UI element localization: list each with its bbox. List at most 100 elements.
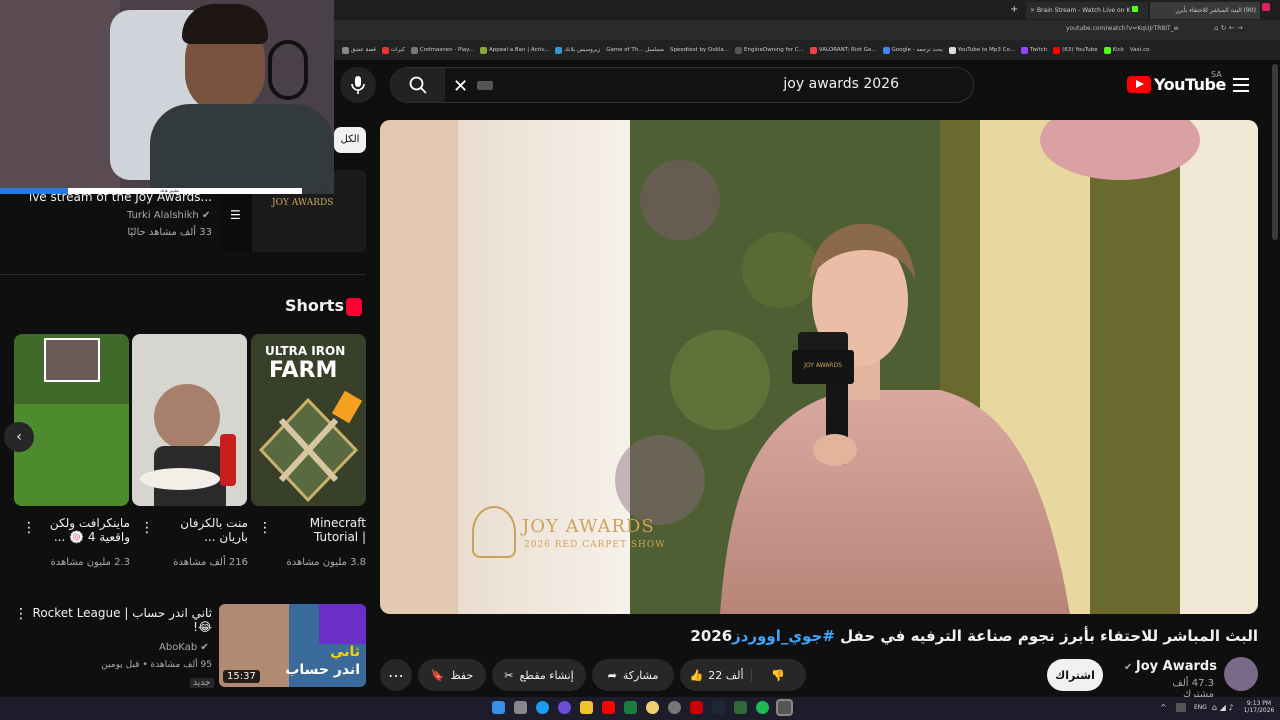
short-thumbnail[interactable]: ULTRA IRON FARM [251,334,366,506]
cola-bottle [220,434,236,486]
bookmarks-bar: قصة عشق كيرات Codmasnen - Play... Appeal… [334,40,1280,60]
bookmark-item[interactable]: YouTube to Mp3 Co... [948,46,1015,54]
channel-name[interactable]: ✔ Joy Awards [1124,659,1217,674]
live-item-channel[interactable]: Turki Alalshikh ✔ [127,210,210,221]
search-input[interactable]: joy awards 2026 [783,76,899,92]
file-explorer-icon[interactable] [580,701,593,714]
streamer-hoodie [150,104,334,194]
tab-brain-stream[interactable]: ✕ Brain Stream - Watch Live on K [1026,2,1148,19]
bookmark-item[interactable]: Vaxi.co [1130,47,1150,53]
bookmark-item[interactable]: EngineOwning for C... [735,46,804,54]
language-indicator[interactable]: ENG [1194,704,1207,711]
edge-icon[interactable] [536,701,549,714]
kebab-icon[interactable]: ⋮ [14,606,28,622]
youtube-app-icon[interactable] [602,701,615,714]
video-item-title[interactable]: ثاني اندر حساب | Rocket League 😂! [30,606,212,634]
joy-awards-emblem [472,506,516,558]
channel-avatar[interactable] [1224,657,1258,691]
short-thumbnail[interactable] [14,334,129,506]
divider [0,274,366,275]
new-tab-icon[interactable]: + [1010,4,1018,15]
video-thumbnail[interactable]: ثاني اندر حساب 15:37 [219,604,366,687]
youtube-logo-icon[interactable] [1127,76,1151,93]
live-item-viewers: 33 ألف مشاهد حاليًا [127,227,212,238]
bookmark-item[interactable]: Twitch [1021,46,1047,54]
tray-chevron-icon[interactable]: ^ [1160,703,1167,712]
short-thumb-text2: FARM [269,358,338,383]
thumbs-up-icon: 👍 [689,668,704,682]
region-code: SA [1211,70,1222,79]
bookmark-item[interactable]: Appeal a Ban | Activ... [479,46,549,54]
app-icon[interactable] [646,701,659,714]
voice-search-button[interactable] [340,67,376,103]
video-player[interactable]: JOY AWARDS 2026 RED CARPET SHOW JOY AWAR… [380,120,1258,614]
video-title: البث المباشر للاحتفاء بأبرز نجوم صناعة ا… [690,627,1258,645]
short-title[interactable]: منت بالكرفان باريان ... [152,516,248,544]
clip-button[interactable]: ✂ إنشاء مقطع [492,659,586,691]
new-badge: جديد [190,678,214,688]
bookmark-item[interactable]: Game of Th... مسلسل [606,47,664,53]
clear-search-icon[interactable]: ✕ [453,76,468,97]
bookmark-item[interactable]: Codmasnen - Play... [410,46,474,54]
clock[interactable]: 9:13 PM 1/17/2026 [1242,700,1276,714]
streamer-hair [182,4,268,44]
bookmark-icon: 🔖 [430,668,445,682]
app-icon[interactable] [734,701,747,714]
chip-all[interactable]: الكل [334,127,366,153]
bookmark-item[interactable]: Kick [1103,46,1124,54]
microphone-flag: JOY AWARDS [792,350,854,384]
like-button[interactable]: 👍 22 ألف [682,668,752,682]
subscribe-button[interactable]: اشتراك [1047,659,1103,691]
video-item-channel[interactable]: AboKab ✔ [159,642,209,653]
share-icon: ➦ [607,668,617,682]
bookmark-item[interactable]: Speedtest by Ookla... [670,47,729,53]
person-face [154,384,220,450]
page-scrollbar[interactable] [1272,64,1278,240]
app-icon[interactable] [668,701,681,714]
dislike-button[interactable]: 👎 [752,669,804,682]
search-button[interactable] [391,68,445,102]
more-actions-icon[interactable]: ⋯ [380,659,412,691]
webcam-overlay: تطبيق هاتك السيرفر [0,0,334,194]
windows-start-icon[interactable] [492,701,505,714]
address-bar[interactable]: youtube.com/watch?v=KqUJrTR8IT_w ⌂ ↻ ← → [334,20,1280,40]
bookmark-item[interactable]: زيروسيس بلانك [555,46,600,54]
tray-icon[interactable] [1176,703,1186,712]
url-text[interactable]: youtube.com/watch?v=KqUJrTR8IT_w [1066,25,1179,32]
task-view-icon[interactable] [514,701,527,714]
spotify-icon[interactable] [756,701,769,714]
excel-icon[interactable] [624,701,637,714]
hashtag-link[interactable]: #جوي_اووردز [732,627,835,645]
chrome-icon-active[interactable] [776,699,793,716]
bookmark-item[interactable]: كيرات [381,46,405,54]
shorts-logo-icon [346,298,362,316]
verified-icon: ✔ [197,642,209,653]
short-thumbnail[interactable] [132,334,247,506]
steam-icon[interactable] [712,701,725,714]
bookmark-item[interactable]: (63) YouTube [1053,46,1098,54]
bookmark-item[interactable]: Google - بحث ترجمه [882,46,943,54]
room-background [0,0,120,194]
discord-icon[interactable] [558,701,571,714]
share-button[interactable]: ➦ مشاركة [592,659,674,691]
keyboard-icon[interactable] [477,81,493,90]
save-button[interactable]: 🔖 حفظ [418,659,486,691]
menu-icon[interactable] [1233,78,1249,92]
short-title[interactable]: Minecraft | Tutorial [270,516,366,544]
player-logo-title: JOY AWARDS [522,516,655,537]
close-window-icon[interactable] [1262,3,1270,11]
bookmark-item[interactable]: قصة عشق [342,46,376,54]
tray-status-icons[interactable]: ⌂ ◢ ♪ [1212,703,1233,712]
short-thumb-text1: ULTRA IRON [265,344,346,358]
thumbs-down-icon: 👎 [771,668,785,682]
shorts-prev-button[interactable]: ‹ [4,422,34,452]
stream-progress-bar [0,188,302,194]
browser-nav-icons[interactable]: ⌂ ↻ ← → [1214,24,1243,32]
tab-youtube-active[interactable]: (90) البث المباشر للاحتفاء بأبرز [1150,2,1260,19]
chevron-left-icon: ‹ [16,429,22,445]
short-title[interactable]: ماينكرافت ولكن واقعية 4 🍥 ... [34,516,130,544]
netflix-icon[interactable] [690,701,703,714]
bookmark-item[interactable]: VALORANT: Riot Ga... [809,46,877,54]
short-views: 3.8 مليون مشاهدة [286,557,366,568]
search-box[interactable]: ✕ joy awards 2026 [390,67,974,103]
